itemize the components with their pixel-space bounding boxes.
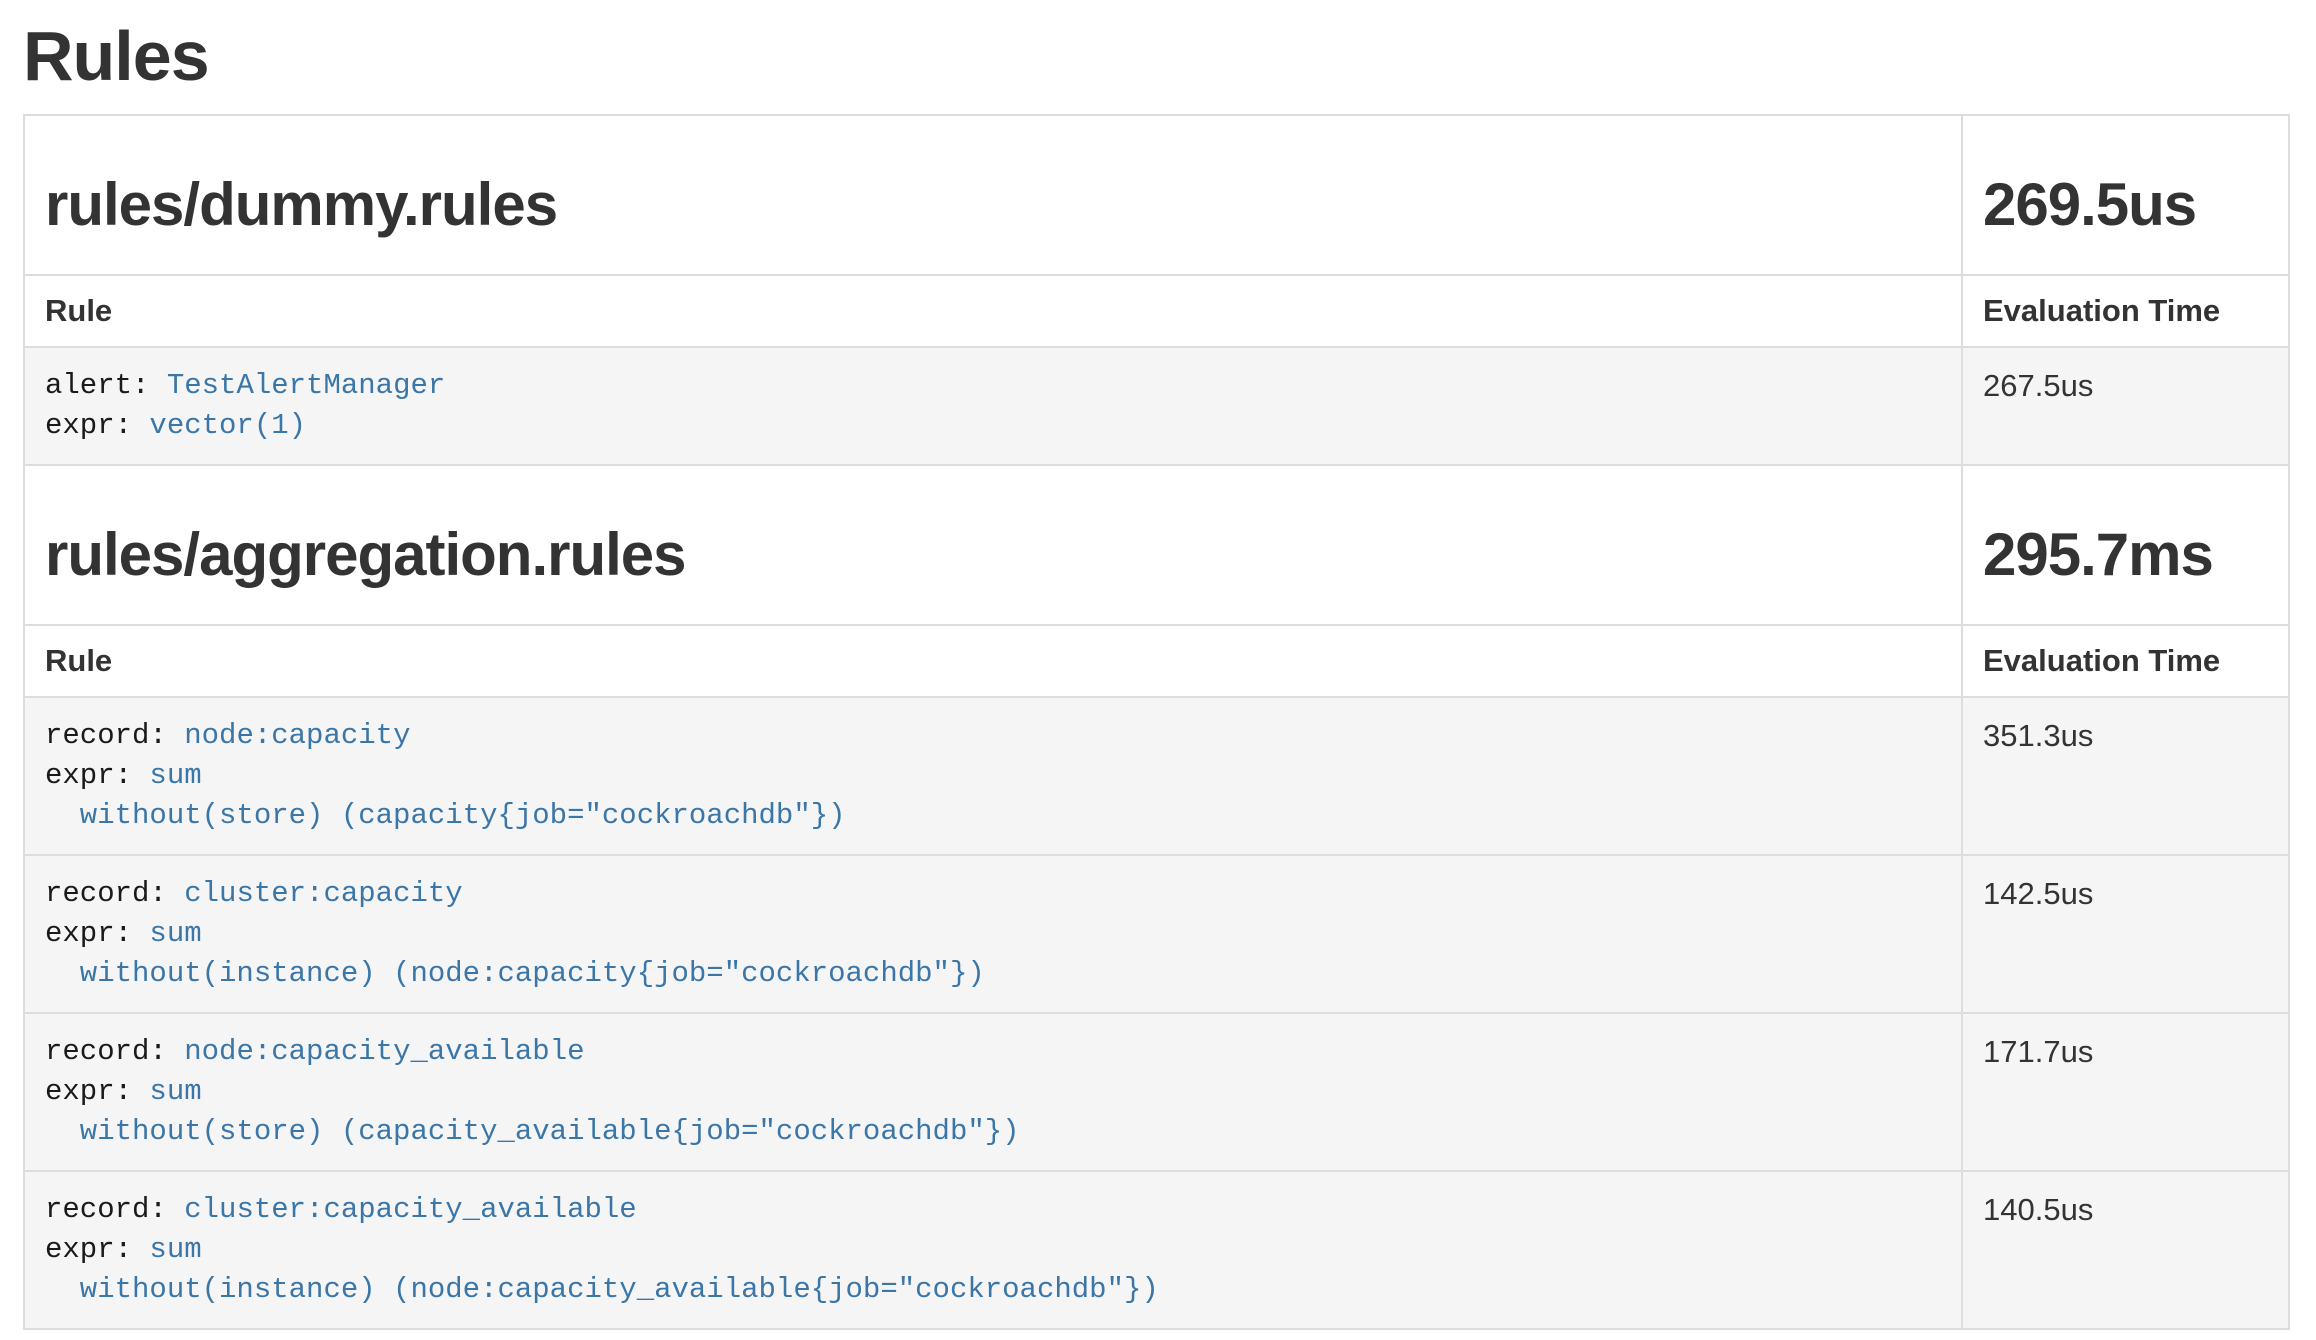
rule-definition-cell: record: cluster:capacity_available expr:… [24,1171,1962,1329]
rule-keyword: alert: [45,369,167,402]
rule-definition: record: cluster:capacity expr: sum witho… [45,874,1941,994]
rule-definition: alert: TestAlertManager expr: vector(1) [45,366,1941,446]
rule-group-evaluation-time-cell: 295.7ms [1962,465,2289,625]
rule-keyword: record: [45,719,184,752]
rule-group-evaluation-time-cell: 269.5us [1962,115,2289,275]
evaluation-time-column-header: Evaluation Time [1962,625,2289,697]
rule-link[interactable]: vector(1) [149,409,306,442]
rule-group-evaluation-time: 269.5us [1983,172,2268,238]
rule-link[interactable]: sum without(instance) (node:capacity_ava… [45,1233,1159,1306]
rule-group-file-name: rules/dummy.rules [45,172,1941,238]
rule-keyword: expr: [45,917,149,950]
rule-definition-cell: record: node:capacity_available expr: su… [24,1013,1962,1171]
rule-definition-cell: record: node:capacity expr: sum without(… [24,697,1962,855]
rule-link[interactable]: node:capacity [184,719,410,752]
rule-link[interactable]: node:capacity_available [184,1035,584,1068]
rule-row: record: node:capacity_available expr: su… [24,1013,2289,1171]
rule-definition-cell: alert: TestAlertManager expr: vector(1) [24,347,1962,465]
rule-row: record: cluster:capacity expr: sum witho… [24,855,2289,1013]
column-header-row: RuleEvaluation Time [24,275,2289,347]
rule-definition-cell: record: cluster:capacity expr: sum witho… [24,855,1962,1013]
rule-link[interactable]: sum without(store) (capacity{job="cockro… [45,759,846,832]
rule-column-header: Rule [24,625,1962,697]
rule-row: alert: TestAlertManager expr: vector(1) 2… [24,347,2289,465]
rule-link[interactable]: sum without(store) (capacity_available{j… [45,1075,1020,1148]
rule-definition: record: cluster:capacity_available expr:… [45,1190,1941,1310]
rule-group-name-cell: rules/dummy.rules [24,115,1962,275]
rule-group-row: rules/dummy.rules 269.5us [24,115,2289,275]
rule-definition: record: node:capacity_available expr: su… [45,1032,1941,1152]
rule-link[interactable]: TestAlertManager [167,369,445,402]
rule-group-row: rules/aggregation.rules 295.7ms [24,465,2289,625]
rule-definition: record: node:capacity expr: sum without(… [45,716,1941,836]
page-title: Rules [23,18,2290,95]
rule-link[interactable]: sum without(instance) (node:capacity{job… [45,917,985,990]
evaluation-time-column-header: Evaluation Time [1962,275,2289,347]
rule-keyword: expr: [45,409,149,442]
rule-keyword: expr: [45,1075,149,1108]
rule-keyword: record: [45,1035,184,1068]
rule-group-evaluation-time: 295.7ms [1983,522,2268,588]
rule-evaluation-time: 351.3us [1962,697,2289,855]
rule-link[interactable]: cluster:capacity_available [184,1193,636,1226]
rule-evaluation-time: 140.5us [1962,1171,2289,1329]
rule-keyword: record: [45,877,184,910]
rules-table: rules/dummy.rules269.5usRuleEvaluation T… [23,114,2290,1330]
rule-evaluation-time: 267.5us [1962,347,2289,465]
column-header-row: RuleEvaluation Time [24,625,2289,697]
rule-group-name-cell: rules/aggregation.rules [24,465,1962,625]
rule-group-file-name: rules/aggregation.rules [45,522,1941,588]
rule-evaluation-time: 142.5us [1962,855,2289,1013]
rule-row: record: node:capacity expr: sum without(… [24,697,2289,855]
rule-keyword: expr: [45,759,149,792]
rule-column-header: Rule [24,275,1962,347]
rule-row: record: cluster:capacity_available expr:… [24,1171,2289,1329]
rule-link[interactable]: cluster:capacity [184,877,462,910]
rule-keyword: record: [45,1193,184,1226]
rule-evaluation-time: 171.7us [1962,1013,2289,1171]
rule-keyword: expr: [45,1233,149,1266]
